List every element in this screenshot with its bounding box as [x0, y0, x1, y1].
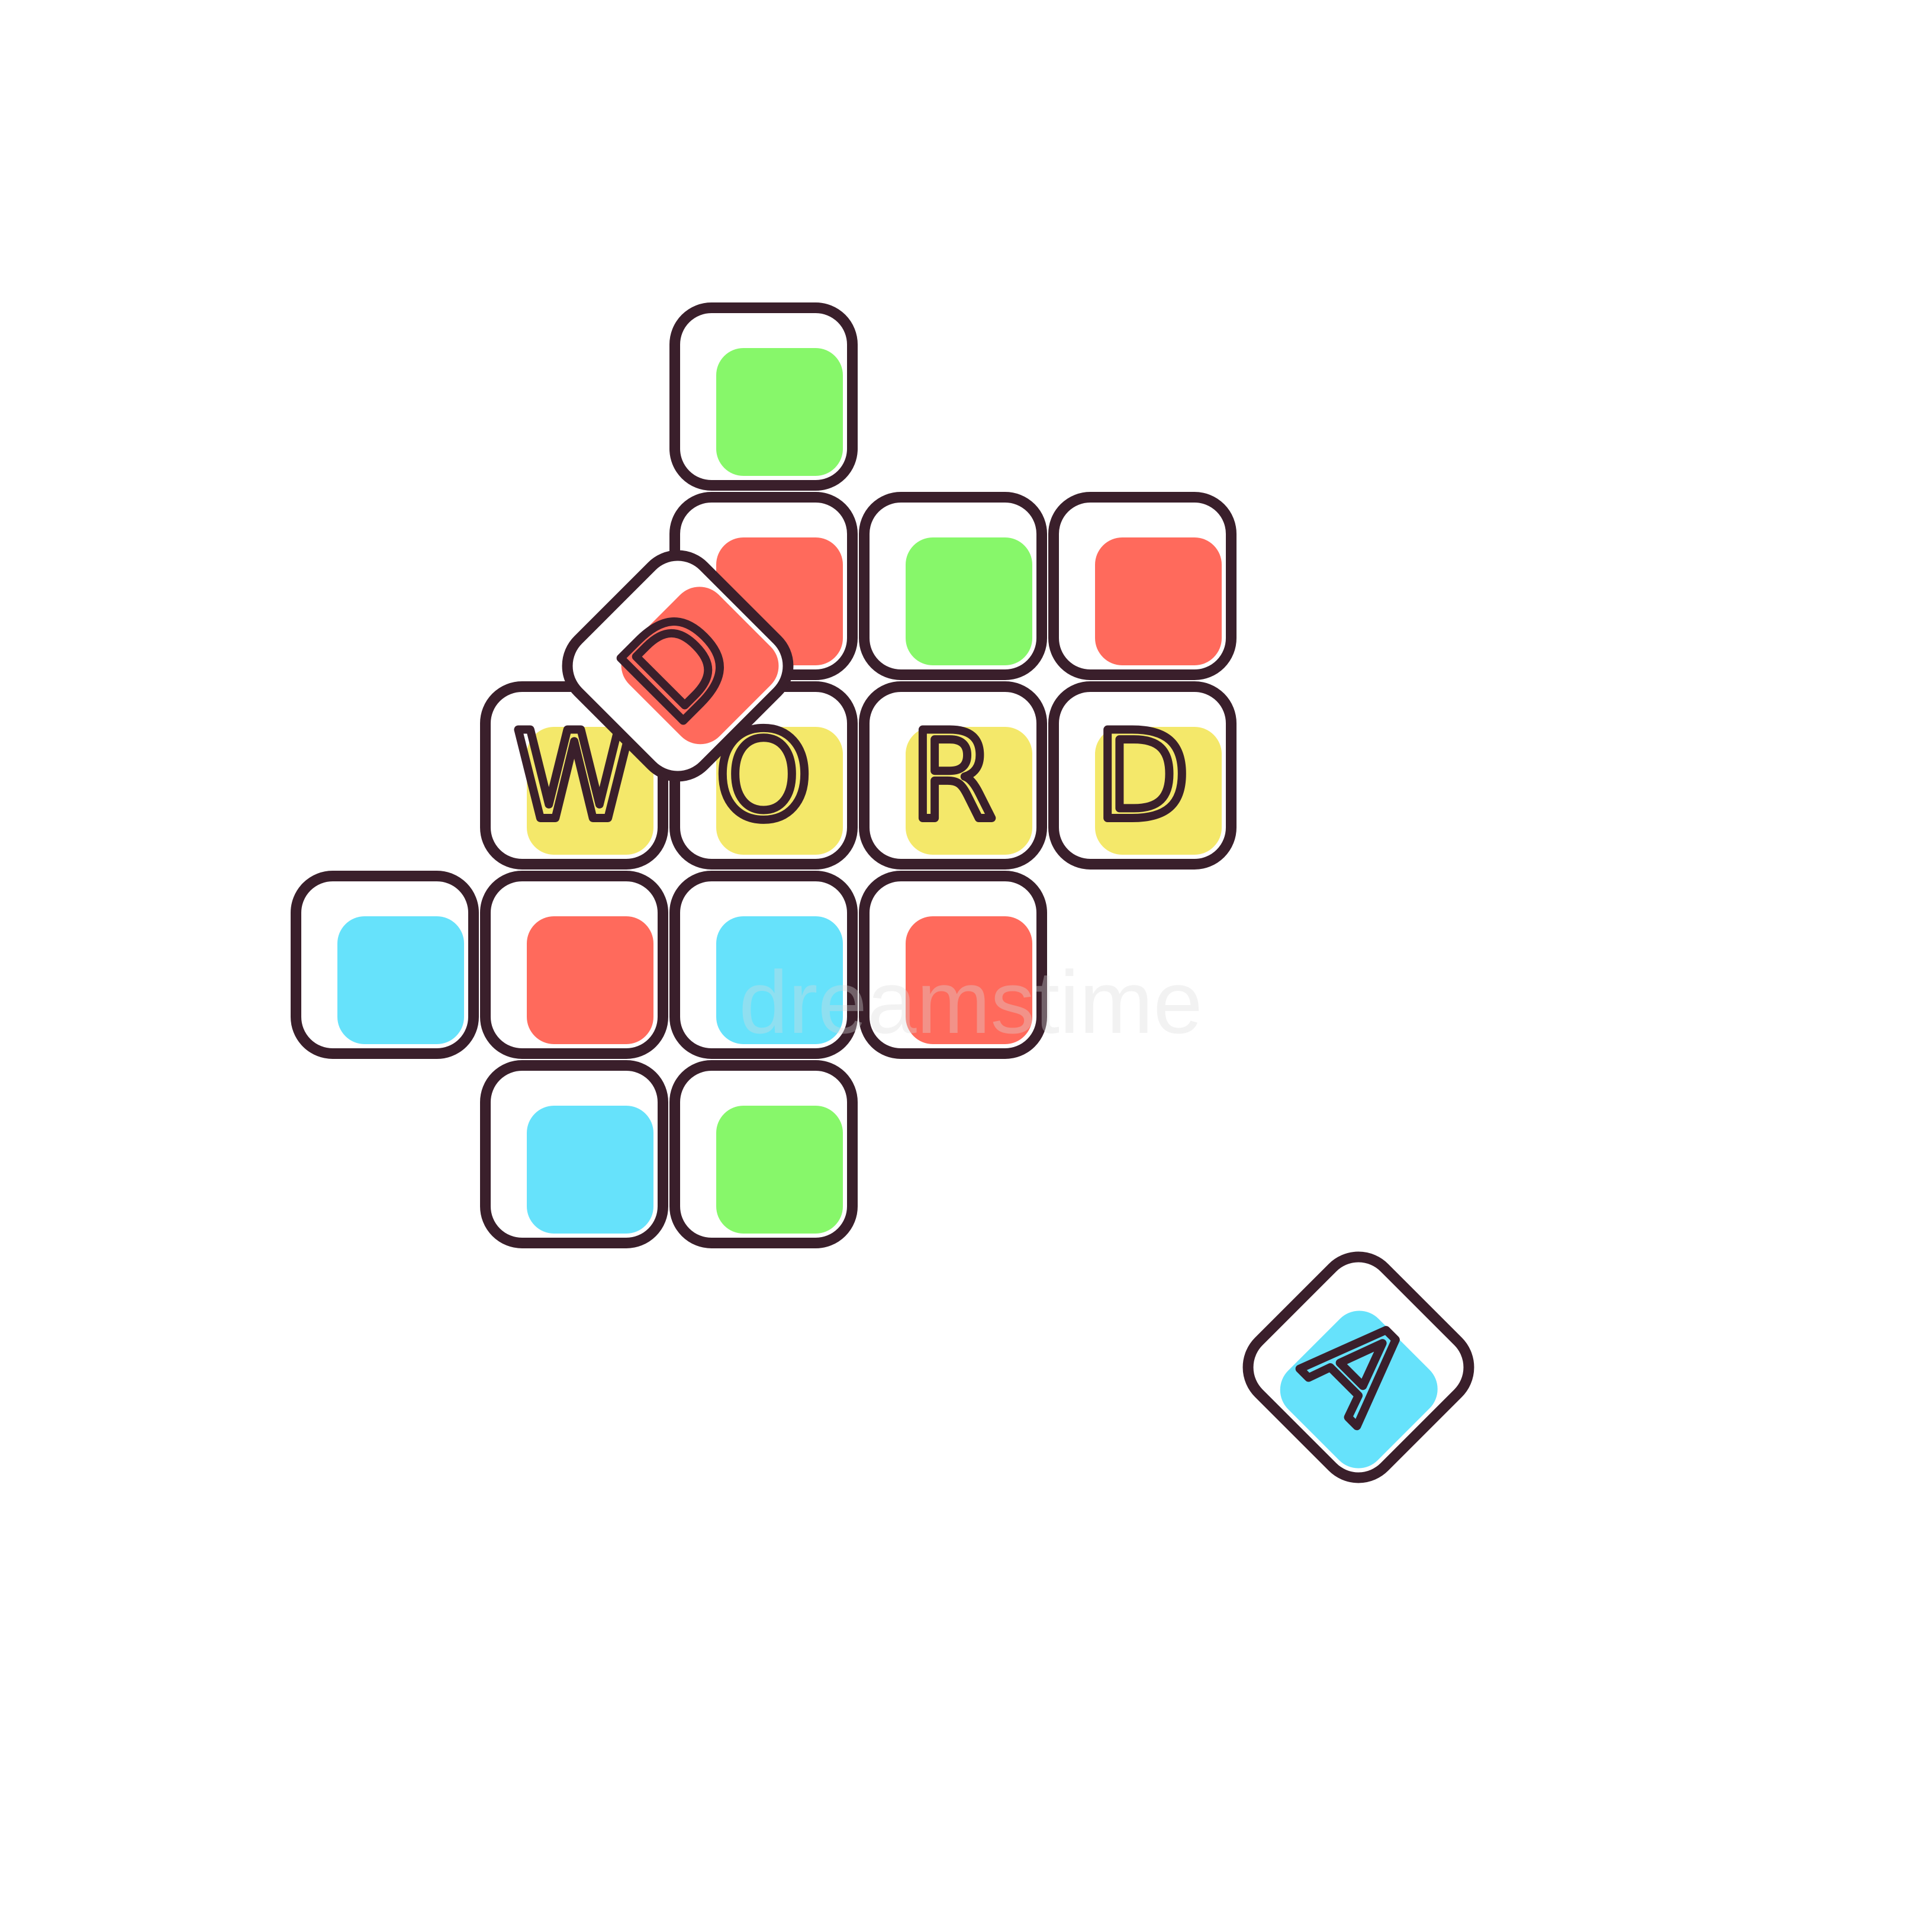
tile-letter: R — [911, 706, 995, 847]
crossword-grid: WORD — [291, 302, 1237, 1248]
tile-color-fill — [337, 916, 464, 1044]
tile-color-fill — [716, 348, 843, 476]
tile-letter: D — [1096, 706, 1189, 847]
tile-color-fill — [1095, 537, 1222, 665]
tile-color-fill — [527, 916, 653, 1044]
word-tile-d: D — [1048, 681, 1237, 870]
grid-tile — [1048, 492, 1237, 680]
word-tile-r: R — [859, 681, 1047, 870]
grid-tile — [480, 871, 668, 1059]
grid-tile — [669, 302, 858, 491]
tile-color-fill — [906, 537, 1032, 665]
tile-color-fill — [527, 1106, 653, 1234]
tile-color-fill — [716, 1106, 843, 1234]
watermark-text: dreamstime — [739, 952, 1203, 1052]
loose-tile-a: A — [1242, 1251, 1474, 1483]
loose-tile-body: A — [1242, 1251, 1474, 1483]
grid-tile — [859, 492, 1047, 680]
grid-tile — [291, 871, 479, 1059]
grid-tile — [669, 1060, 858, 1248]
grid-tile — [480, 1060, 668, 1248]
word-puzzle-illustration: WORD D A dreamstime — [291, 302, 1474, 1483]
